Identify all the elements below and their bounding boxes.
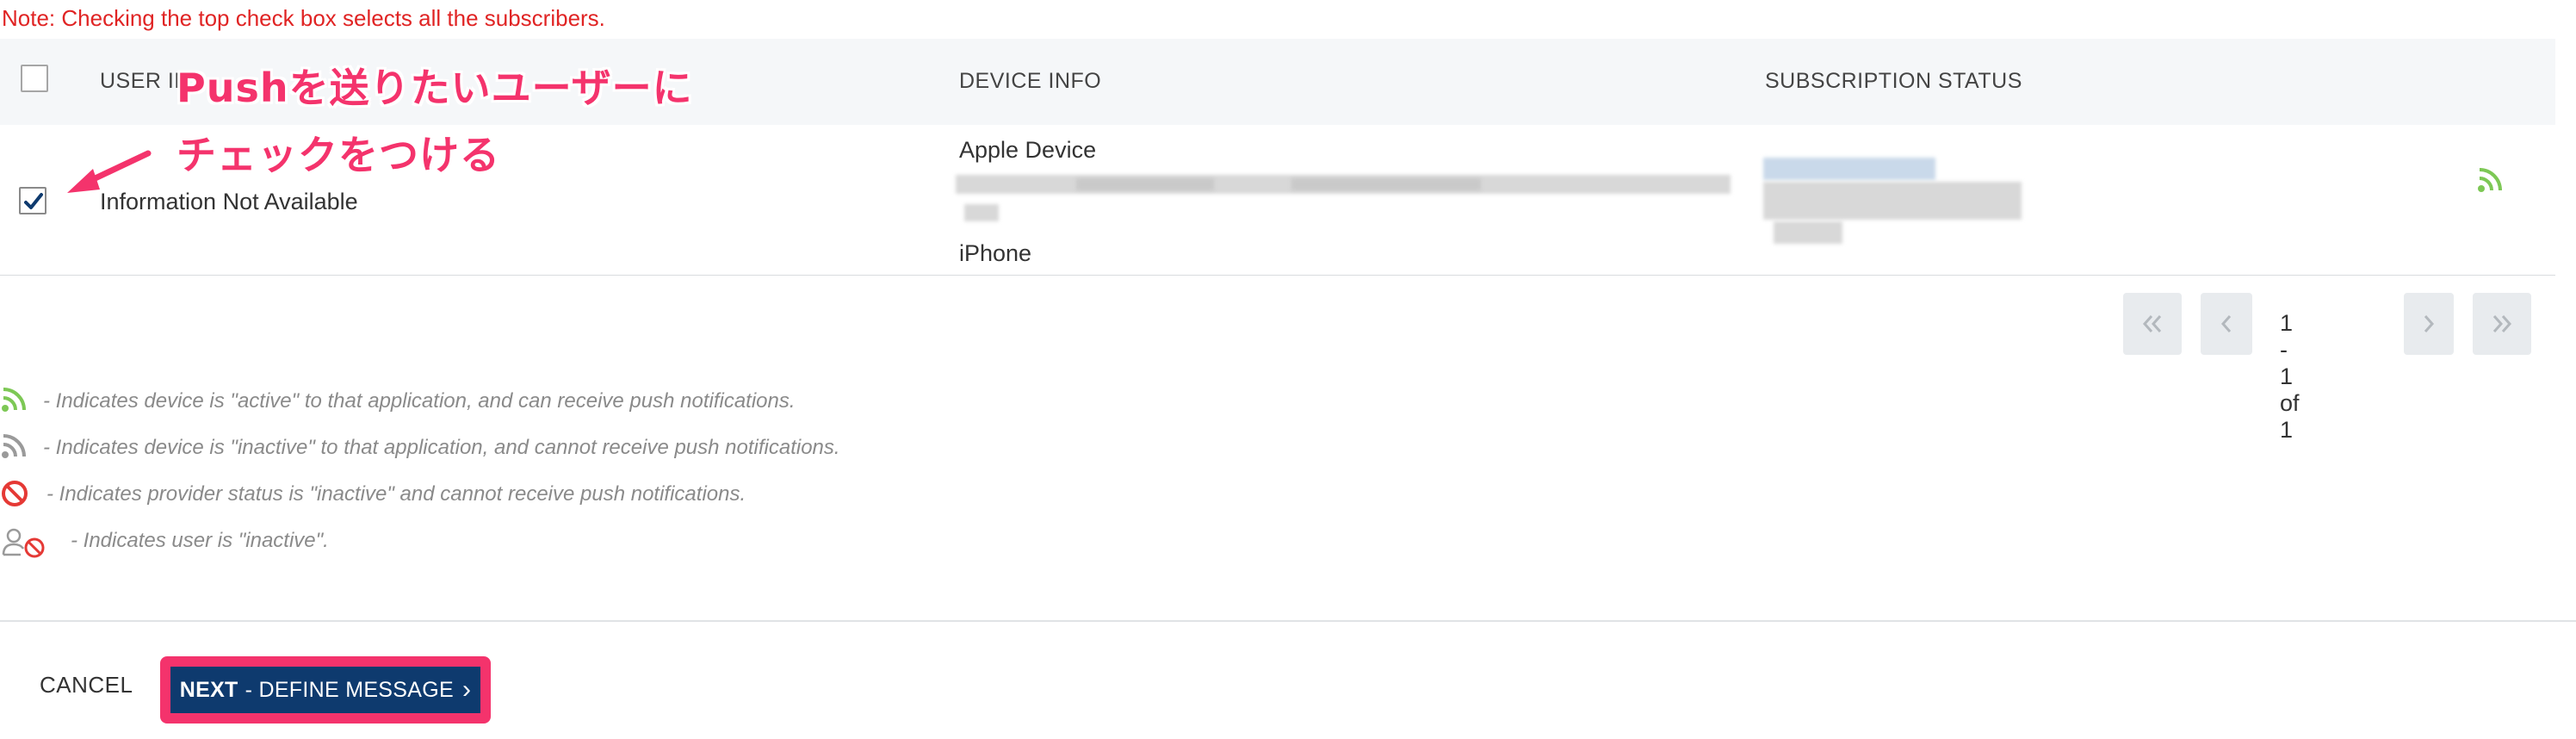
rss-active-icon — [0, 386, 28, 419]
cancel-button[interactable]: CANCEL — [40, 672, 133, 699]
header-subscription-status: SUBSCRIPTION STATUS — [1765, 69, 2022, 93]
device-model: iPhone — [959, 240, 1032, 266]
header-device-info: DEVICE INFO — [959, 69, 1102, 93]
next-button-label: - DEFINE MESSAGE — [245, 677, 454, 702]
legend-text: - Indicates device is "inactive" to that… — [43, 436, 840, 459]
legend-text: - Indicates user is "inactive". — [71, 529, 329, 552]
checkmark-icon — [24, 193, 43, 209]
prohibited-icon — [0, 479, 29, 514]
last-page-button[interactable] — [2473, 293, 2531, 355]
select-all-note: Note: Checking the top check box selects… — [2, 5, 605, 31]
chevron-right-icon — [2424, 315, 2435, 332]
select-all-checkbox[interactable] — [21, 65, 48, 92]
next-button-strong: NEXT — [179, 677, 238, 702]
next-button-highlight: NEXT - DEFINE MESSAGE › — [160, 656, 491, 723]
legend-text: - Indicates device is "active" to that a… — [43, 389, 796, 413]
double-chevron-right-icon — [2492, 315, 2512, 332]
footer-divider — [0, 620, 2576, 622]
chevron-left-icon — [2220, 315, 2232, 332]
annotation-line-2: チェックをつける — [176, 132, 500, 178]
device-type: Apple Device — [959, 137, 1097, 163]
annotation-line-1: Pushを送りたいユーザーに — [176, 65, 693, 111]
rss-active-icon — [2476, 166, 2504, 198]
chevron-right-icon: › — [461, 675, 472, 704]
row-checkbox[interactable] — [19, 187, 46, 214]
next-define-message-button[interactable]: NEXT - DEFINE MESSAGE › — [170, 667, 480, 713]
pagination-info: 1 - 1 of 1 — [2280, 310, 2300, 443]
next-page-button[interactable] — [2404, 293, 2454, 355]
user-inactive-icon — [0, 525, 52, 566]
prev-page-button[interactable] — [2201, 293, 2252, 355]
double-chevron-left-icon — [2142, 315, 2162, 332]
legend-text: - Indicates provider status is "inactive… — [46, 482, 746, 506]
first-page-button[interactable] — [2123, 293, 2182, 355]
rss-inactive-icon — [0, 432, 28, 466]
annotation-arrow-icon — [67, 150, 152, 193]
